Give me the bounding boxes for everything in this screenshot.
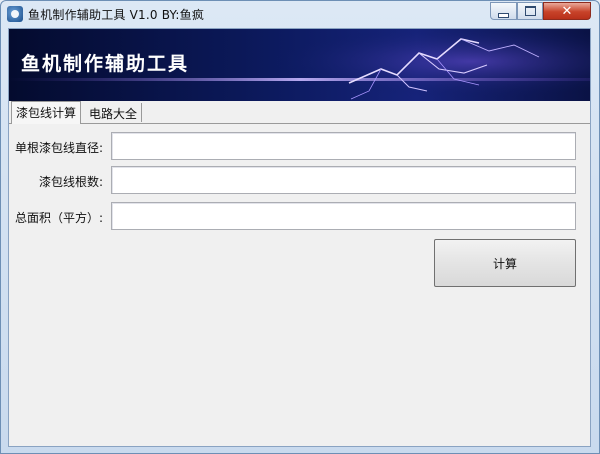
header-banner: 鱼机制作辅助工具 [9, 29, 590, 101]
tab-label: 电路大全 [89, 107, 138, 121]
maximize-button[interactable] [517, 2, 543, 20]
count-input[interactable] [111, 166, 576, 194]
tab-enamel-wire-calc[interactable]: 漆包线计算 [11, 101, 82, 124]
diameter-label: 单根漆包线直径: [15, 141, 104, 155]
minimize-button[interactable] [490, 2, 517, 20]
diameter-input[interactable] [111, 132, 576, 160]
app-window: 鱼机制作辅助工具 V1.0 BY:鱼疯 ✕ 鱼机制作辅助工具 漆包线计算 电路大… [0, 0, 600, 454]
tab-circuit-collection[interactable]: 电路大全 [85, 103, 143, 122]
area-label: 总面积（平方）: [15, 211, 104, 225]
maximize-icon [524, 6, 536, 16]
count-label: 漆包线根数: [39, 175, 104, 189]
client-area: 鱼机制作辅助工具 漆包线计算 电路大全 单根漆包线直径: 漆包线根数: 总面积（… [8, 28, 591, 447]
app-icon[interactable] [7, 6, 23, 22]
calculate-button-label: 计算 [492, 256, 517, 271]
tab-bar: 漆包线计算 电路大全 [9, 101, 590, 124]
calculate-button[interactable]: 计算 [434, 239, 576, 287]
window-title: 鱼机制作辅助工具 V1.0 BY:鱼疯 [28, 8, 205, 22]
title-bar[interactable]: 鱼机制作辅助工具 V1.0 BY:鱼疯 ✕ [1, 1, 599, 26]
banner-title: 鱼机制作辅助工具 [21, 53, 190, 75]
tab-label: 漆包线计算 [16, 106, 77, 120]
area-output[interactable] [111, 202, 576, 230]
minimize-icon [498, 12, 509, 18]
close-icon: ✕ [561, 3, 573, 19]
close-button[interactable]: ✕ [543, 2, 591, 20]
